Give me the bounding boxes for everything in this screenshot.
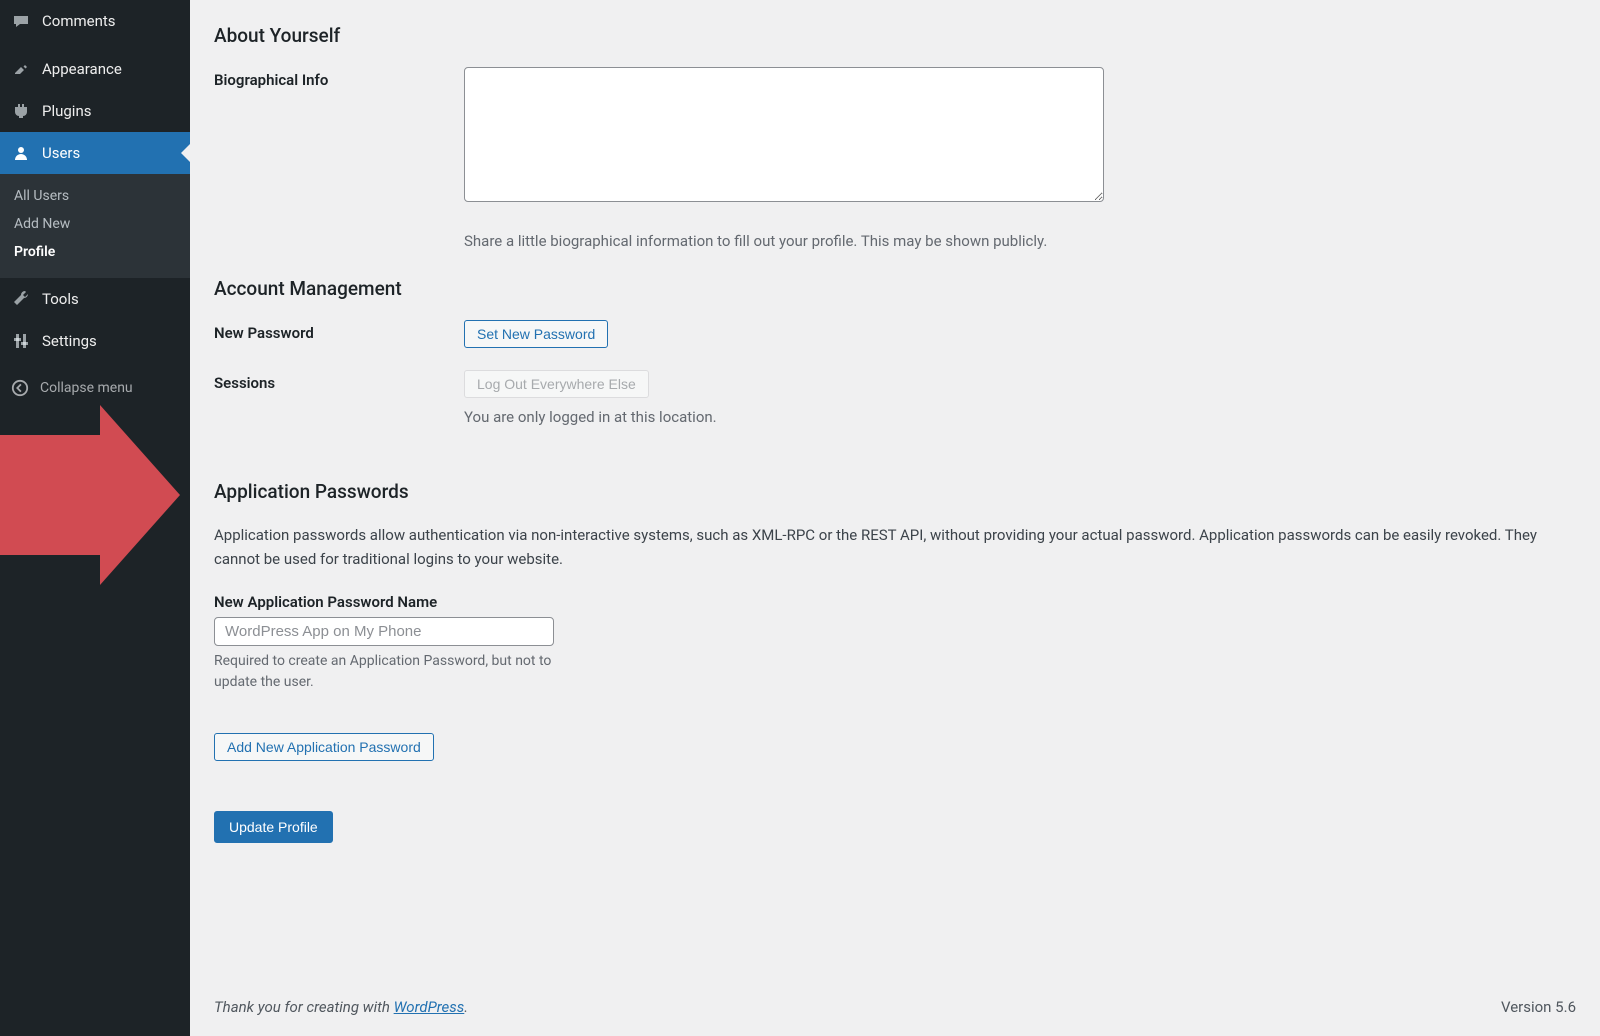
submenu-profile[interactable]: Profile [0,238,190,266]
update-profile-button[interactable]: Update Profile [214,811,333,843]
main-content: About Yourself Biographical Info Share a… [190,0,1600,1036]
wordpress-link[interactable]: WordPress [394,998,465,1016]
app-passwords-description: Application passwords allow authenticati… [214,523,1576,571]
sessions-note: You are only logged in at this location. [464,406,1564,429]
plugins-icon [10,100,32,122]
settings-icon [10,330,32,352]
footer-version: Version 5.6 [1501,998,1576,1016]
comment-icon [10,10,32,32]
new-app-pw-help: Required to create an Application Passwo… [214,651,594,693]
about-yourself-heading: About Yourself [214,24,1576,47]
sidebar-item-tools[interactable]: Tools [0,278,190,320]
bio-description: Share a little biographical information … [464,230,1564,253]
new-password-row: New Password Set New Password [214,320,1576,348]
collapse-label: Collapse menu [40,380,133,396]
submenu-all-users[interactable]: All Users [0,182,190,210]
new-app-pw-input[interactable] [214,617,554,646]
sidebar-item-settings[interactable]: Settings [0,320,190,362]
collapse-menu-button[interactable]: Collapse menu [0,368,190,408]
new-app-pw-label: New Application Password Name [214,593,1576,611]
footer-thanks: Thank you for creating with WordPress. [214,998,468,1016]
admin-footer: Thank you for creating with WordPress. V… [214,978,1576,1036]
annotation-arrow-icon [0,405,180,605]
sidebar-item-comments[interactable]: Comments [0,0,190,42]
sidebar-submenu-users: All Users Add New Profile [0,174,190,278]
sidebar-item-label: Tools [42,290,79,308]
new-password-label: New Password [214,320,464,342]
collapse-icon [10,378,30,398]
sidebar-item-label: Appearance [42,60,122,78]
application-passwords-heading: Application Passwords [214,480,1576,503]
set-new-password-button[interactable]: Set New Password [464,320,608,348]
sessions-label: Sessions [214,370,464,392]
bio-label: Biographical Info [214,67,464,89]
sidebar-item-label: Settings [42,332,97,350]
sessions-row: Sessions Log Out Everywhere Else You are… [214,370,1576,429]
tools-icon [10,288,32,310]
bio-textarea[interactable] [464,67,1104,202]
bio-row: Biographical Info Share a little biograp… [214,67,1576,253]
sidebar-item-label: Users [42,144,80,162]
appearance-icon [10,58,32,80]
logout-everywhere-button[interactable]: Log Out Everywhere Else [464,370,649,398]
users-icon [10,142,32,164]
sidebar-item-label: Comments [42,12,116,30]
sidebar-item-appearance[interactable]: Appearance [0,48,190,90]
add-new-app-password-button[interactable]: Add New Application Password [214,733,434,761]
sidebar-item-plugins[interactable]: Plugins [0,90,190,132]
sidebar-item-users[interactable]: Users [0,132,190,174]
sidebar-item-label: Plugins [42,102,91,120]
submenu-add-new[interactable]: Add New [0,210,190,238]
account-management-heading: Account Management [214,277,1576,300]
